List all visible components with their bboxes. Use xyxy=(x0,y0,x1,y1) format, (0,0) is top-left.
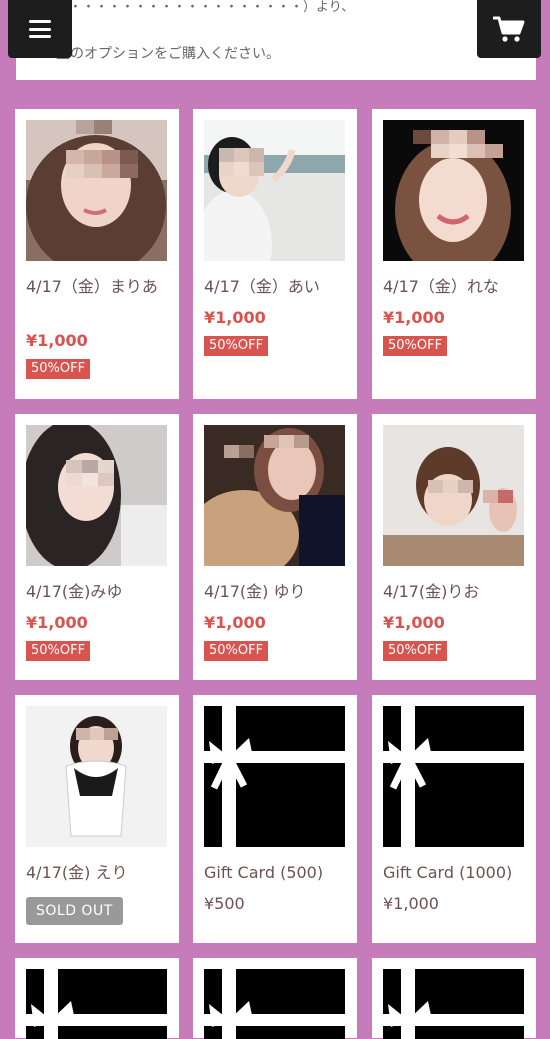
product-image[interactable] xyxy=(383,120,524,261)
product-card[interactable]: Gift Card (500) ¥500 xyxy=(193,695,357,943)
product-card[interactable]: 4/17（金）あい ¥1,000 50%OFF xyxy=(193,109,357,399)
product-name[interactable]: 4/17（金）まりあ xyxy=(26,275,171,298)
discount-badge: 50%OFF xyxy=(26,641,91,661)
menu-button[interactable] xyxy=(8,0,72,58)
gift-card-image[interactable] xyxy=(383,706,524,847)
product-image[interactable] xyxy=(26,120,167,261)
product-price: ¥1,000 xyxy=(383,613,445,632)
product-price: ¥1,000 xyxy=(383,894,439,913)
intro-line-2: 望のオプションをご購入ください。 xyxy=(56,46,280,62)
discount-badge: 50%OFF xyxy=(26,359,91,379)
product-card[interactable]: 4/17(金)みゆ ¥1,000 50%OFF xyxy=(15,414,179,680)
intro-line-1: ご・・・・・・・・・・・・・・・・・・）より、 xyxy=(56,0,355,15)
product-price: ¥1,000 xyxy=(204,308,266,327)
product-name[interactable]: 4/17(金) ゆり xyxy=(204,580,349,603)
product-image[interactable] xyxy=(26,425,167,566)
product-price: ¥1,000 xyxy=(26,331,88,350)
product-image[interactable] xyxy=(26,706,167,847)
product-name[interactable]: 4/17（金）れな xyxy=(383,275,528,298)
product-card[interactable]: 4/17（金）れな ¥1,000 50%OFF xyxy=(372,109,536,399)
discount-badge: 50%OFF xyxy=(383,641,448,661)
product-image[interactable] xyxy=(204,120,345,261)
product-card[interactable]: 4/17(金) えり SOLD OUT xyxy=(15,695,179,943)
discount-badge: 50%OFF xyxy=(383,336,448,356)
product-name[interactable]: 4/17(金)みゆ xyxy=(26,580,171,603)
product-card[interactable]: Gift Card (1000) ¥1,000 xyxy=(372,695,536,943)
discount-badge: 50%OFF xyxy=(204,336,269,356)
product-name[interactable]: Gift Card (1000) xyxy=(383,861,528,884)
intro-text-box: ご・・・・・・・・・・・・・・・・・・）より、 望のオプションをご購入ください。 xyxy=(16,0,536,80)
discount-badge: 50%OFF xyxy=(204,641,269,661)
product-price: ¥1,000 xyxy=(26,613,88,632)
gift-card-image[interactable] xyxy=(204,706,345,847)
sold-out-badge: SOLD OUT xyxy=(26,897,123,925)
product-card[interactable] xyxy=(372,958,536,1039)
product-card[interactable]: 4/17(金) ゆり ¥1,000 50%OFF xyxy=(193,414,357,680)
product-price: ¥500 xyxy=(204,894,245,913)
shopping-cart-icon xyxy=(493,16,525,42)
product-price: ¥1,000 xyxy=(383,308,445,327)
gift-card-image[interactable] xyxy=(26,969,167,1039)
product-card[interactable]: 4/17(金)りお ¥1,000 50%OFF xyxy=(372,414,536,680)
product-name[interactable]: Gift Card (500) xyxy=(204,861,349,884)
product-card[interactable] xyxy=(193,958,357,1039)
product-card[interactable]: 4/17（金）まりあ ¥1,000 50%OFF xyxy=(15,109,179,399)
hamburger-menu-icon xyxy=(29,20,51,38)
cart-button[interactable] xyxy=(477,0,541,58)
gift-card-image[interactable] xyxy=(204,969,345,1039)
product-name[interactable]: 4/17(金) えり xyxy=(26,861,171,884)
product-image[interactable] xyxy=(204,425,345,566)
product-price: ¥1,000 xyxy=(204,613,266,632)
product-name[interactable]: 4/17（金）あい xyxy=(204,275,349,298)
gift-card-image[interactable] xyxy=(383,969,524,1039)
product-image[interactable] xyxy=(383,425,524,566)
product-name[interactable]: 4/17(金)りお xyxy=(383,580,528,603)
product-card[interactable] xyxy=(15,958,179,1039)
